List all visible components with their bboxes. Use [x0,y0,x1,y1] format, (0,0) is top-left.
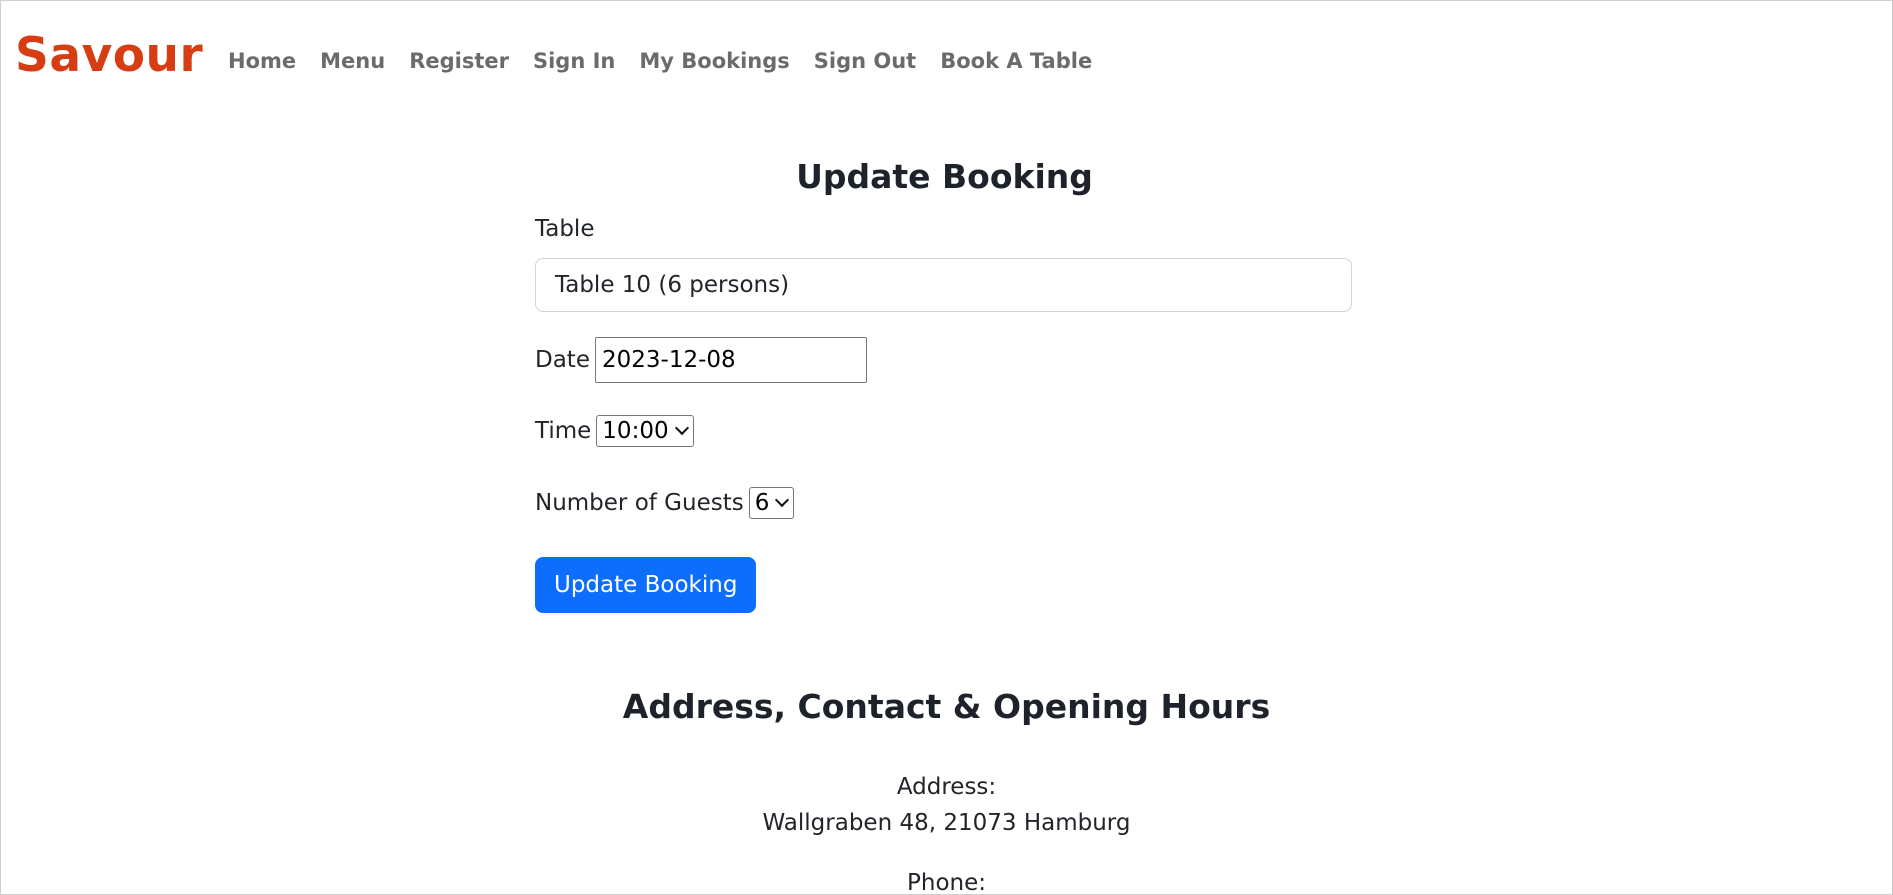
time-select-value: 10:00 [602,418,669,444]
navbar: Savour Home Menu Register Sign In My Boo… [1,1,1892,117]
guests-row: Number of Guests 6 [535,487,795,519]
table-select[interactable]: Table 10 (6 persons) [535,258,1352,312]
contact-info-title: Address, Contact & Opening Hours [622,687,1271,726]
guests-label: Number of Guests [535,490,744,516]
guests-select[interactable]: 6 [748,487,795,519]
browser-viewport: Savour Home Menu Register Sign In My Boo… [0,0,1893,895]
nav-links: Home Menu Register Sign In My Bookings S… [228,45,1116,77]
nav-link-sign-in[interactable]: Sign In [533,45,615,77]
update-booking-button[interactable]: Update Booking [535,557,757,613]
contact-info-section: Address, Contact & Opening Hours Address… [1,681,1892,894]
table-select-value: Table 10 (6 persons) [555,272,790,298]
time-row: Time 10:00 [535,415,694,447]
date-input-value: 2023-12-08 [601,347,736,373]
chevron-down-icon [775,492,790,508]
chevron-down-icon [674,420,689,436]
nav-link-book-a-table[interactable]: Book A Table [940,45,1092,77]
guests-select-value: 6 [754,490,770,516]
nav-link-menu[interactable]: Menu [320,45,385,77]
address-value: Wallgraben 48, 21073 Hamburg [762,810,1131,836]
time-label: Time [535,418,592,444]
time-select[interactable]: 10:00 [596,415,694,447]
nav-link-sign-out[interactable]: Sign Out [814,45,916,77]
date-label: Date [535,347,590,373]
brand-logo[interactable]: Savour [15,27,203,85]
table-label: Table [535,216,595,242]
update-booking-form: Update Booking Table Table 10 (6 persons… [535,151,1354,613]
nav-link-my-bookings[interactable]: My Bookings [639,45,789,77]
page-title: Update Booking [796,157,1093,196]
nav-link-home[interactable]: Home [228,45,296,77]
date-row: Date 2023-12-08 [535,337,867,383]
phone-label: Phone: [907,870,986,895]
date-input[interactable]: 2023-12-08 [594,337,867,383]
nav-link-register[interactable]: Register [409,45,509,77]
address-label: Address: [896,774,997,800]
